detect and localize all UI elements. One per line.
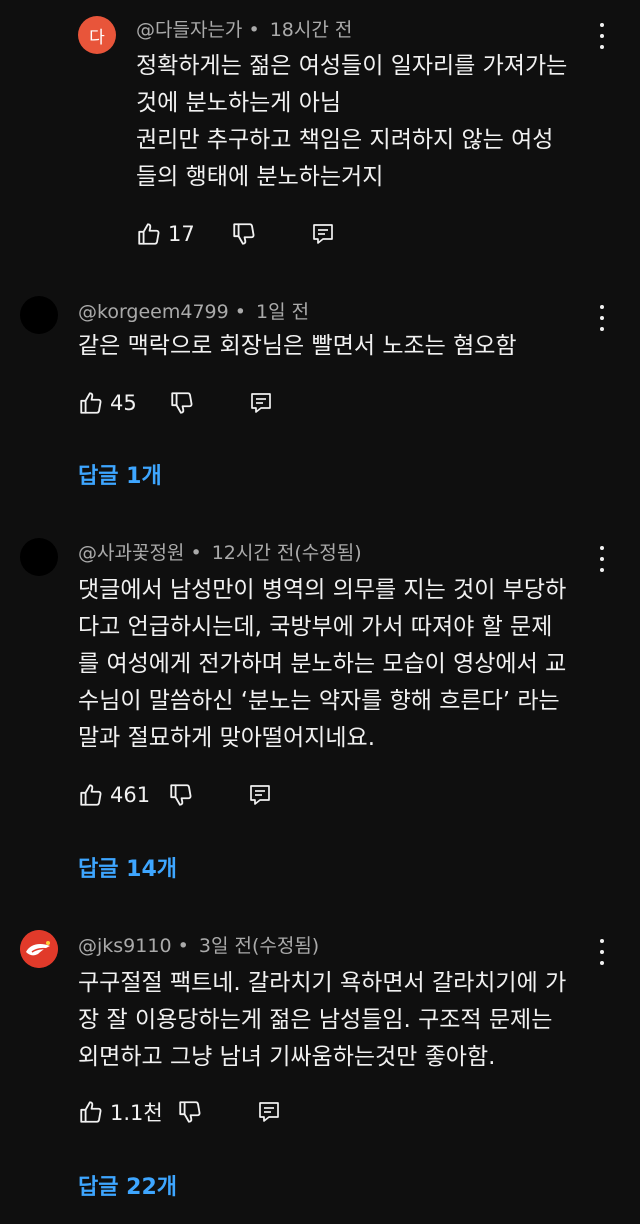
comment-line: 장 잘 이용당하는게 젊은 남성들임. 구조적 문제는 bbox=[78, 1007, 553, 1033]
author-name[interactable]: @다들자는가 bbox=[136, 19, 242, 41]
comment-line: 수님이 말씀하신 ‘분노는 약자를 향해 흐른다’ 라는 bbox=[78, 688, 560, 714]
like-icon bbox=[80, 784, 102, 806]
comment-line: 말과 절묘하게 맞아떨어지네요. bbox=[78, 725, 376, 751]
timestamp: 18시간 전 bbox=[269, 19, 353, 41]
replies-link[interactable]: 답글 1개 bbox=[78, 458, 162, 490]
dislike-icon bbox=[170, 784, 192, 806]
like-count: 45 bbox=[110, 391, 137, 415]
comment-line: 구구절절 팩트네. 갈라치기 욕하면서 갈라치기에 가 bbox=[78, 970, 567, 996]
comment-actions: 461 bbox=[78, 780, 272, 810]
more-vert-icon[interactable] bbox=[592, 939, 612, 965]
separator: • bbox=[177, 935, 189, 957]
comment-header: @다들자는가 • 18시간 전 bbox=[136, 18, 352, 42]
author-name[interactable]: @사과꽃정원 bbox=[78, 542, 184, 564]
reply-icon bbox=[250, 393, 271, 413]
dislike-button[interactable] bbox=[177, 1099, 203, 1125]
dislike-button[interactable] bbox=[231, 221, 257, 247]
comment-line: 다고 언급하시는데, 국방부에 가서 따져야 할 문제 bbox=[78, 614, 553, 640]
logo-icon bbox=[20, 930, 58, 968]
avatar[interactable] bbox=[20, 930, 58, 968]
separator: • bbox=[234, 301, 246, 323]
more-vert-icon[interactable] bbox=[592, 305, 612, 331]
comment-line: 들의 행태에 분노하는거지 bbox=[136, 164, 384, 190]
like-icon bbox=[80, 1101, 102, 1123]
comment-text: 정확하게는 젊은 여성들이 일자리를 가져가는 것에 분노하는게 아님 권리만 … bbox=[136, 48, 567, 196]
separator: • bbox=[190, 542, 202, 564]
cut-off-action-row bbox=[134, 0, 254, 4]
timestamp: 12시간 전(수정됨) bbox=[211, 542, 362, 564]
replies-link[interactable]: 답글 14개 bbox=[78, 851, 177, 883]
comment-line: 댓글에서 남성만이 병역의 의무를 지는 것이 부당하 bbox=[78, 577, 567, 603]
like-button[interactable]: 45 bbox=[78, 390, 137, 416]
comment-line: 외면하고 그냥 남녀 기싸움하는것만 좋아함. bbox=[78, 1044, 496, 1070]
reply-icon bbox=[250, 785, 270, 805]
comment-actions: 17 bbox=[136, 219, 335, 249]
more-vert-icon[interactable] bbox=[592, 23, 612, 49]
comment-header: @korgeem4799 • 1일 전 bbox=[78, 300, 309, 324]
like-button[interactable]: 1.1천 bbox=[78, 1097, 163, 1127]
comment-actions: 45 bbox=[78, 388, 273, 418]
reply-icon bbox=[258, 1102, 279, 1122]
comment-actions: 1.1천 bbox=[78, 1097, 281, 1127]
like-icon bbox=[80, 392, 102, 414]
like-count: 1.1천 bbox=[110, 1101, 163, 1125]
timestamp: 1일 전 bbox=[256, 301, 310, 323]
comment-line: 를 여성에게 전가하며 분노하는 모습이 영상에서 교 bbox=[78, 651, 567, 677]
avatar[interactable] bbox=[20, 538, 58, 576]
dislike-icon bbox=[233, 223, 255, 245]
comment-text: 구구절절 팩트네. 갈라치기 욕하면서 갈라치기에 가 장 잘 이용당하는게 젊… bbox=[78, 965, 566, 1076]
comment-line: 같은 맥락으로 회장님은 빨면서 노조는 혐오함 bbox=[78, 333, 517, 359]
reply-button[interactable] bbox=[311, 222, 335, 246]
separator: • bbox=[248, 19, 260, 41]
comment-header: @jks9110 • 3일 전(수정됨) bbox=[78, 934, 319, 958]
reply-button[interactable] bbox=[248, 783, 272, 807]
dislike-button[interactable] bbox=[169, 390, 195, 416]
like-button[interactable]: 17 bbox=[136, 221, 195, 247]
comment-text: 댓글에서 남성만이 병역의 의무를 지는 것이 부당하 다고 언급하시는데, 국… bbox=[78, 572, 566, 757]
dislike-button[interactable] bbox=[168, 782, 194, 808]
dislike-icon bbox=[179, 1101, 201, 1123]
like-count: 461 bbox=[110, 783, 151, 807]
comment-header: @사과꽃정원 • 12시간 전(수정됨) bbox=[78, 541, 362, 565]
comment-line: 것에 분노하는게 아님 bbox=[136, 90, 342, 116]
reply-icon bbox=[312, 224, 333, 244]
like-button[interactable]: 461 bbox=[78, 782, 150, 808]
timestamp: 3일 전(수정됨) bbox=[198, 935, 320, 957]
comment-line: 정확하게는 젊은 여성들이 일자리를 가져가는 bbox=[136, 53, 568, 79]
comment-text: 같은 맥락으로 회장님은 빨면서 노조는 혐오함 bbox=[78, 328, 517, 365]
avatar[interactable]: 다 bbox=[78, 16, 116, 54]
avatar[interactable] bbox=[20, 296, 58, 334]
more-vert-icon[interactable] bbox=[592, 546, 612, 572]
reply-button[interactable] bbox=[257, 1100, 281, 1124]
replies-link[interactable]: 답글 22개 bbox=[78, 1169, 177, 1201]
author-name[interactable]: @jks9110 bbox=[78, 935, 172, 957]
like-count: 17 bbox=[168, 222, 195, 246]
author-name[interactable]: @korgeem4799 bbox=[78, 301, 229, 323]
like-icon bbox=[138, 223, 160, 245]
comment-line: 권리만 추구하고 책임은 지려하지 않는 여성 bbox=[136, 127, 554, 153]
dislike-icon bbox=[171, 392, 193, 414]
reply-button[interactable] bbox=[249, 391, 273, 415]
